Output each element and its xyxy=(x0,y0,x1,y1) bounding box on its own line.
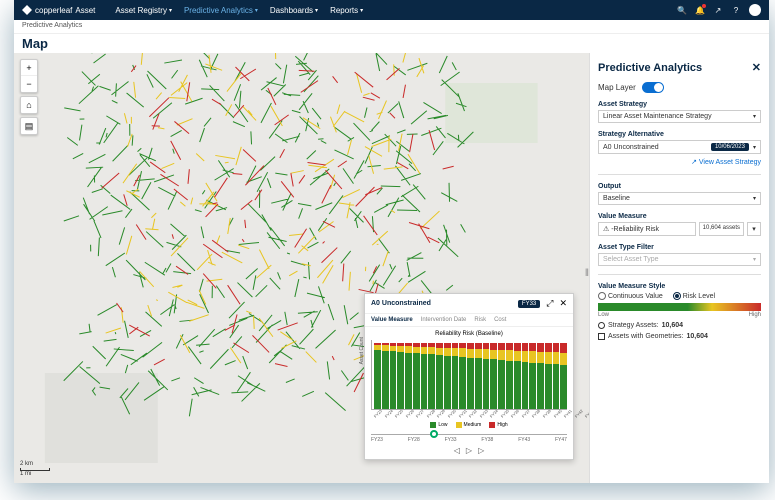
notification-icon[interactable]: 🔔 xyxy=(695,5,705,15)
help-icon[interactable]: ? xyxy=(731,5,741,15)
chevron-down-icon: ▾ xyxy=(753,256,756,263)
top-navbar: copperleaf Asset Asset Registry▾ Predict… xyxy=(14,0,769,20)
nav-predictive-analytics[interactable]: Predictive Analytics▾ xyxy=(184,6,258,15)
asset-type-filter-select[interactable]: Select Asset Type▾ xyxy=(598,253,761,266)
chevron-down-icon: ▾ xyxy=(753,113,756,120)
main-nav: Asset Registry▾ Predictive Analytics▾ Da… xyxy=(115,6,363,15)
asset-type-filter-label: Asset Type Filter xyxy=(598,244,761,251)
brand-logo: copperleaf Asset xyxy=(22,5,95,15)
next-button[interactable]: ▷ xyxy=(478,446,484,455)
value-measure-style-label: Value Measure Style xyxy=(598,283,761,290)
strategy-alternative-label: Strategy Alternative xyxy=(598,131,761,138)
caret-icon: ▾ xyxy=(360,7,363,14)
asset-strategy-label: Asset Strategy xyxy=(598,101,761,108)
chart-popup: A0 Unconstrained FY33 ⤢ ✕ Value Measure … xyxy=(364,293,574,460)
chart-legend: Low Medium High xyxy=(371,422,567,428)
close-icon[interactable]: ✕ xyxy=(559,298,567,309)
sidebar-panel: ▦ 📊 🔖 📍 Predictive Analytics✕ Map Layer … xyxy=(589,53,769,483)
prev-button[interactable]: ◁ xyxy=(454,446,460,455)
tab-risk[interactable]: Risk xyxy=(474,317,486,323)
strategy-assets-stat: Strategy Assets: 10,604 xyxy=(598,322,761,329)
chart-subtitle: Reliability Risk (Baseline) xyxy=(371,331,567,337)
map-layer-toggle[interactable] xyxy=(642,82,664,93)
geom-assets-stat: Assets with Geometries: 10,604 xyxy=(598,333,761,340)
date-badge: 10/06/2023 xyxy=(711,143,749,151)
sidebar-close-icon[interactable]: ✕ xyxy=(752,61,761,74)
value-measure-select[interactable]: ⚠ -Reliability Risk xyxy=(598,222,696,236)
sidebar-title: Predictive Analytics xyxy=(598,62,702,74)
layers-button[interactable]: ▤ xyxy=(21,118,37,134)
asset-count-badge: 10,604 assets xyxy=(699,222,744,236)
radio-risk-level[interactable]: Risk Level xyxy=(673,292,715,300)
value-measure-more[interactable]: ▾ xyxy=(747,222,761,236)
tab-value-measure[interactable]: Value Measure xyxy=(371,317,413,323)
nav-asset-registry[interactable]: Asset Registry▾ xyxy=(115,6,172,15)
search-icon[interactable]: 🔍 xyxy=(677,5,687,15)
output-select[interactable]: Baseline▾ xyxy=(598,192,761,205)
chevron-down-icon: ▾ xyxy=(753,144,756,151)
product-name: Asset xyxy=(75,6,95,15)
nav-dashboards[interactable]: Dashboards▾ xyxy=(270,6,318,15)
page-title: Map xyxy=(14,34,769,53)
map-layer-label: Map Layer xyxy=(598,83,636,92)
expand-icon[interactable]: ⤢ xyxy=(546,298,553,309)
brand-name: copperleaf xyxy=(35,6,72,15)
value-measure-label: Value Measure xyxy=(598,213,761,220)
zoom-out-button[interactable]: − xyxy=(21,76,37,92)
breadcrumb: Predictive Analytics xyxy=(14,20,769,34)
output-label: Output xyxy=(598,183,761,190)
asset-strategy-select[interactable]: Linear Asset Maintenance Strategy▾ xyxy=(598,110,761,123)
caret-icon: ▾ xyxy=(255,7,258,14)
tab-intervention-date[interactable]: Intervention Date xyxy=(421,317,467,323)
slider-thumb[interactable] xyxy=(430,430,438,438)
fy-badge: FY33 xyxy=(518,300,540,308)
bar-chart: Asset Count xyxy=(371,340,567,410)
zoom-in-button[interactable]: + xyxy=(21,60,37,76)
y-axis-label: Asset Count xyxy=(359,337,365,364)
view-asset-strategy-link[interactable]: ↗ View Asset Strategy xyxy=(598,158,761,166)
risk-gradient xyxy=(598,303,761,311)
map-controls: + − ⌂ ▤ xyxy=(20,59,38,135)
radio-continuous-value[interactable]: Continuous Value xyxy=(598,292,663,300)
tab-cost[interactable]: Cost xyxy=(494,317,506,323)
time-slider[interactable] xyxy=(371,434,567,435)
chart-title: A0 Unconstrained xyxy=(371,300,431,307)
home-button[interactable]: ⌂ xyxy=(21,97,37,113)
play-button[interactable]: ▷ xyxy=(466,446,472,455)
chevron-down-icon: ▾ xyxy=(753,195,756,202)
user-avatar[interactable] xyxy=(749,4,761,16)
strategy-alternative-select[interactable]: A0 Unconstrained10/06/2023▾ xyxy=(598,140,761,154)
map-canvas[interactable]: + − ⌂ ▤ 2 km 1 mi A0 Unconstrained FY33 … xyxy=(14,53,589,483)
share-icon[interactable]: ↗ xyxy=(713,5,723,15)
logo-icon xyxy=(22,5,32,15)
nav-reports[interactable]: Reports▾ xyxy=(330,6,363,15)
caret-icon: ▾ xyxy=(169,7,172,14)
caret-icon: ▾ xyxy=(315,7,318,14)
map-scale: 2 km 1 mi xyxy=(20,461,50,477)
